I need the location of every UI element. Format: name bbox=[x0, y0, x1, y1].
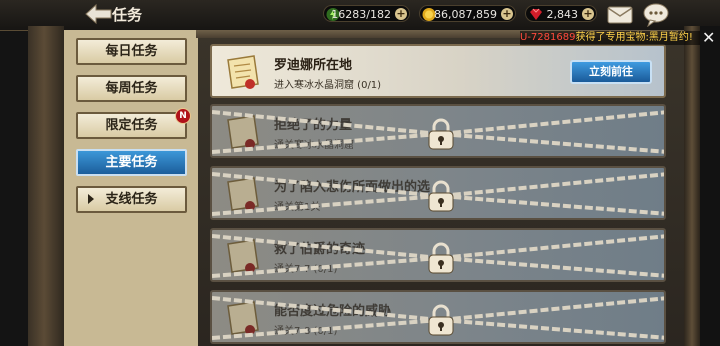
system-notice: U-7281689获得了专用宝物:黑月暂约! bbox=[520, 31, 700, 45]
gold-counter: 86,087,859 + bbox=[419, 5, 516, 22]
padlock-icon bbox=[428, 304, 454, 336]
notice-message: 获得了专用宝物:黑月暂约! bbox=[575, 32, 693, 43]
tab-side[interactable]: 支线任务 bbox=[76, 186, 187, 213]
padlock-icon bbox=[428, 242, 454, 274]
quest-card-locked: 能否度过危险的威胁 通关7-8 (0/1) bbox=[210, 290, 666, 344]
tab-label: 限定任务 bbox=[105, 118, 158, 133]
padlock-icon bbox=[428, 180, 454, 212]
tab-weekly[interactable]: 每周任务 bbox=[76, 75, 187, 102]
chat-icon[interactable] bbox=[642, 3, 670, 27]
quest-card-locked: 救了伯爵的奇迹 通关7-7 (0/1) bbox=[210, 228, 666, 282]
left-frame bbox=[28, 26, 64, 346]
tab-limited[interactable]: 限定任务 N bbox=[76, 108, 191, 139]
add-gold-button[interactable]: + bbox=[501, 8, 513, 20]
padlock-icon bbox=[428, 118, 454, 150]
ruby-icon bbox=[530, 8, 542, 20]
right-frame bbox=[684, 26, 700, 346]
close-icon[interactable]: ✕ bbox=[702, 30, 716, 46]
quest-name: 罗迪娜所在地 bbox=[274, 58, 353, 73]
top-bar: 任务 16283/182 + 86,087,859 + 2,843 + bbox=[0, 0, 720, 31]
right-edge bbox=[700, 26, 720, 346]
notice-user-id: U-7281689 bbox=[520, 32, 576, 43]
quest-progress: 进入寒冰水晶洞窟 (0/1) bbox=[274, 80, 382, 91]
gem-value: 2,843 bbox=[546, 8, 579, 21]
page-title: 任务 bbox=[112, 6, 143, 24]
tab-label: 每日任务 bbox=[105, 44, 158, 59]
tab-main[interactable]: 主要任务 bbox=[76, 149, 187, 176]
new-badge: N bbox=[175, 108, 191, 124]
mail-icon[interactable] bbox=[607, 5, 633, 24]
back-arrow-icon[interactable] bbox=[84, 3, 114, 25]
quest-card-locked: 拒绝了的力量 通关寒冰水晶洞窟 bbox=[210, 104, 666, 158]
quest-card-locked: 为了陷入悲伤所面做出的选 通关第1关 bbox=[210, 166, 666, 220]
tab-label: 每周任务 bbox=[105, 81, 158, 96]
add-gem-button[interactable]: + bbox=[582, 8, 594, 20]
stamina-counter: 16283/182 + bbox=[323, 5, 410, 22]
tab-label: 支线任务 bbox=[105, 192, 158, 207]
add-stamina-button[interactable]: + bbox=[395, 8, 407, 20]
tab-label: 主要任务 bbox=[105, 155, 158, 170]
quest-scroll-icon bbox=[227, 55, 259, 89]
go-now-button[interactable]: 立刻前往 bbox=[570, 60, 652, 84]
stamina-value: 16283/182 bbox=[331, 8, 391, 21]
quest-card: 罗迪娜所在地 进入寒冰水晶洞窟 (0/1) 立刻前往 bbox=[210, 44, 666, 98]
gem-counter: 2,843 + bbox=[525, 5, 597, 22]
play-arrow-icon bbox=[88, 194, 94, 204]
gold-value: 86,087,859 bbox=[434, 8, 497, 21]
tab-daily[interactable]: 每日任务 bbox=[76, 38, 187, 65]
